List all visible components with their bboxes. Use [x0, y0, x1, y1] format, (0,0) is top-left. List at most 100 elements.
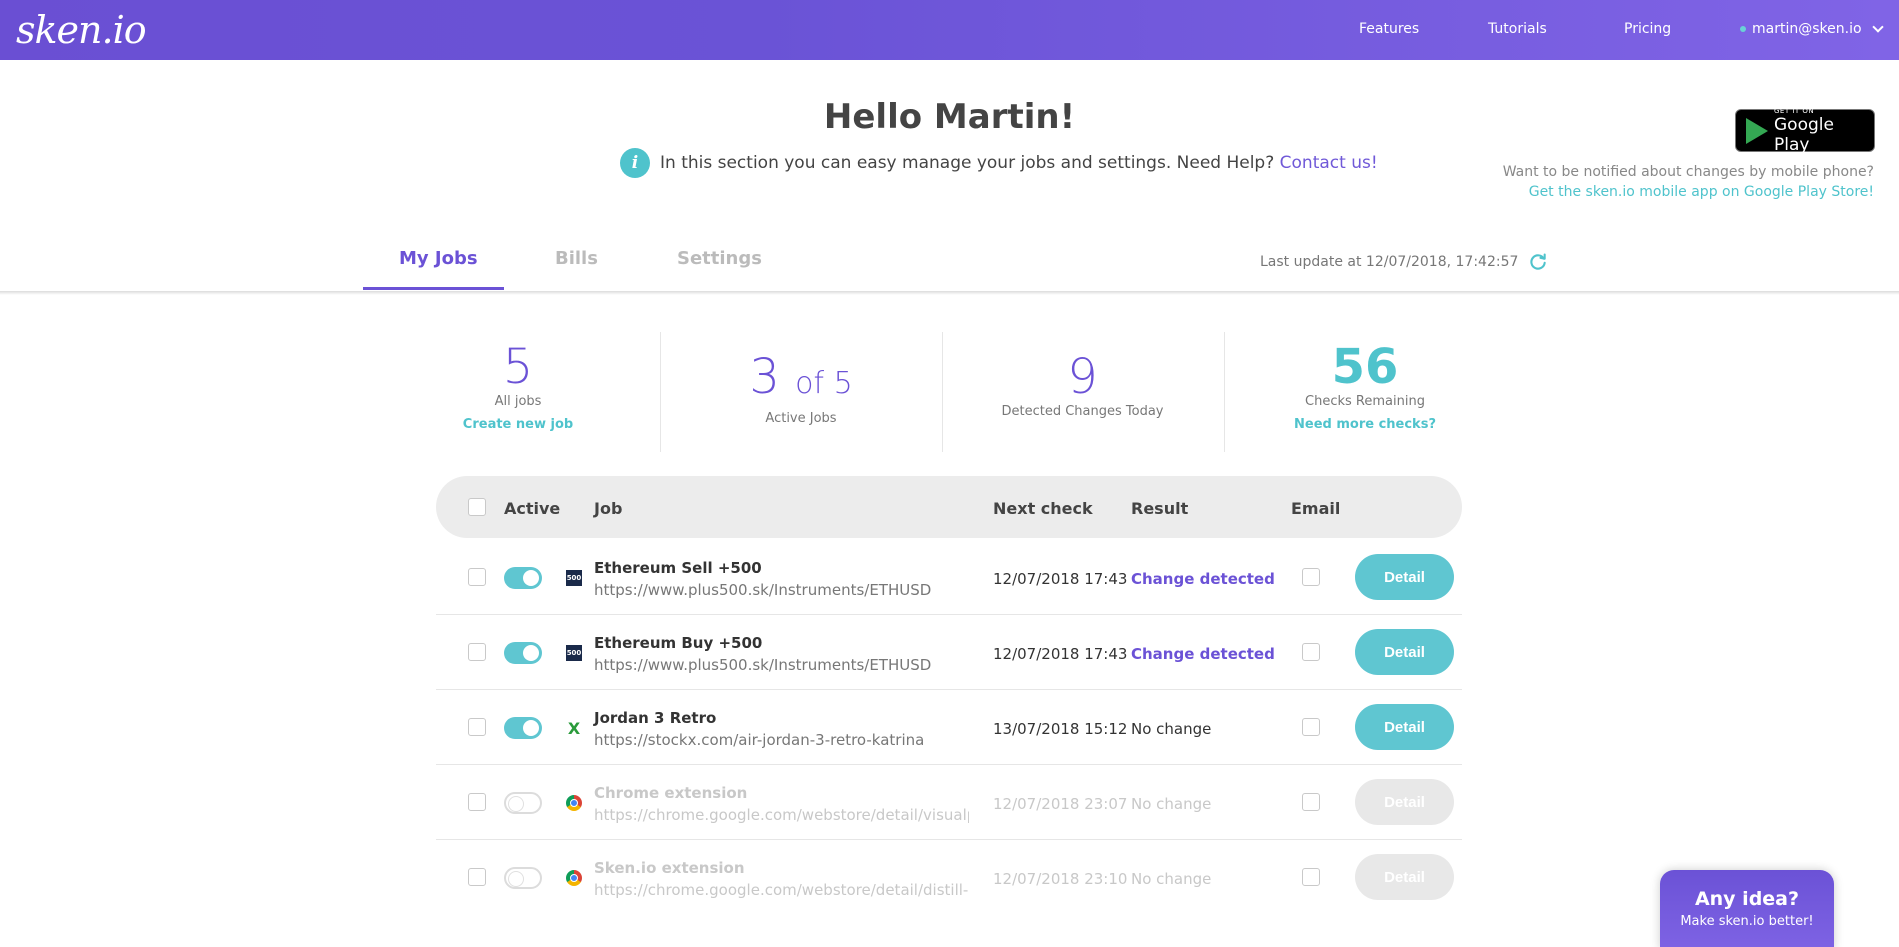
intro-text: In this section you can easy manage your… — [660, 153, 1275, 173]
active-tab-indicator — [363, 287, 504, 290]
job-title[interactable]: Chrome extension — [594, 784, 747, 802]
refresh-icon[interactable] — [1528, 252, 1548, 272]
stat-divider — [942, 332, 943, 452]
result-status: No change — [1131, 870, 1212, 888]
table-row: Chrome extension https://chrome.google.c… — [436, 765, 1462, 840]
logo[interactable]: sken.io — [16, 8, 147, 52]
notify-text: Want to be notified about changes by mob… — [1502, 164, 1874, 180]
top-nav-bar: sken.io Features Tutorials Pricing marti… — [0, 0, 1899, 60]
result-status[interactable]: Change detected — [1131, 645, 1275, 663]
email-checkbox[interactable] — [1302, 793, 1320, 811]
active-jobs-total: of 5 — [795, 366, 853, 401]
row-select-checkbox[interactable] — [468, 868, 486, 886]
last-update-text: Last update at 12/07/2018, 17:42:57 — [1260, 254, 1519, 270]
result-status[interactable]: Change detected — [1131, 570, 1275, 588]
result-status: No change — [1131, 720, 1212, 738]
row-select-checkbox[interactable] — [468, 793, 486, 811]
user-menu[interactable]: martin@sken.io — [1740, 21, 1884, 37]
job-title[interactable]: Sken.io extension — [594, 859, 745, 877]
email-checkbox[interactable] — [1302, 868, 1320, 886]
online-status-dot — [1740, 26, 1746, 32]
row-select-checkbox[interactable] — [468, 568, 486, 586]
google-play-icon — [1746, 117, 1768, 144]
table-row: 500 Ethereum Sell +500 https://www.plus5… — [436, 540, 1462, 615]
detail-button[interactable]: Detail — [1355, 779, 1454, 825]
detected-changes-count: 9 — [1067, 349, 1098, 405]
stat-all-jobs: 5 All jobs Create new job — [452, 340, 584, 432]
email-checkbox[interactable] — [1302, 643, 1320, 661]
next-check: 12/07/2018 23:10 — [993, 870, 1128, 888]
detail-button[interactable]: Detail — [1355, 629, 1454, 675]
job-url: https://stockx.com/air-jordan-3-retro-ka… — [594, 731, 925, 749]
detail-button[interactable]: Detail — [1355, 854, 1454, 900]
next-check: 13/07/2018 15:12 — [993, 720, 1128, 738]
next-check: 12/07/2018 23:07 — [993, 795, 1128, 813]
column-active: Active — [504, 499, 561, 518]
table-row: 500 Ethereum Buy +500 https://www.plus50… — [436, 615, 1462, 690]
chevron-down-icon — [1871, 21, 1884, 33]
active-toggle[interactable] — [504, 867, 542, 889]
row-select-checkbox[interactable] — [468, 643, 486, 661]
user-email: martin@sken.io — [1752, 21, 1862, 37]
active-toggle[interactable] — [504, 642, 542, 664]
stat-divider — [660, 332, 661, 452]
jobs-table-header: Active Job Next check Result Email — [436, 476, 1462, 538]
detail-button[interactable]: Detail — [1355, 554, 1454, 600]
row-select-checkbox[interactable] — [468, 718, 486, 736]
next-check: 12/07/2018 17:43 — [993, 570, 1128, 588]
active-jobs-count: 3 — [749, 349, 780, 405]
plus500-icon: 500 — [566, 645, 582, 661]
column-job: Job — [594, 499, 623, 518]
info-icon: i — [620, 148, 650, 178]
feedback-widget[interactable]: Any idea? Make sken.io better! — [1660, 870, 1834, 947]
nav-pricing-link[interactable]: Pricing — [1624, 21, 1671, 37]
need-more-checks-link[interactable]: Need more checks? — [1290, 417, 1440, 432]
next-check: 12/07/2018 17:43 — [993, 645, 1128, 663]
chrome-icon — [566, 795, 582, 811]
tab-bills[interactable]: Bills — [555, 248, 598, 269]
contact-us-link[interactable]: Contact us! — [1280, 153, 1378, 173]
active-toggle[interactable] — [504, 567, 542, 589]
table-row: X Jordan 3 Retro https://stockx.com/air-… — [436, 690, 1462, 765]
job-url: https://chrome.google.com/webstore/detai… — [594, 881, 969, 899]
column-result: Result — [1131, 499, 1189, 518]
stat-checks-remaining: 56 Checks Remaining Need more checks? — [1290, 340, 1440, 432]
plus500-icon: 500 — [566, 570, 582, 586]
google-play-badge[interactable]: GET IT ON Google Play — [1735, 106, 1875, 155]
job-title[interactable]: Jordan 3 Retro — [594, 709, 716, 727]
select-all-checkbox[interactable] — [468, 498, 486, 516]
email-checkbox[interactable] — [1302, 568, 1320, 586]
last-update: Last update at 12/07/2018, 17:42:57 — [1260, 252, 1548, 272]
job-url: https://www.plus500.sk/Instruments/ETHUS… — [594, 581, 932, 599]
job-title[interactable]: Ethereum Sell +500 — [594, 559, 762, 577]
nav-tutorials-link[interactable]: Tutorials — [1488, 21, 1547, 37]
all-jobs-label: All jobs — [494, 394, 542, 409]
checks-remaining-count: 56 — [1331, 339, 1399, 395]
active-toggle[interactable] — [504, 792, 542, 814]
chrome-icon — [566, 870, 582, 886]
detail-button[interactable]: Detail — [1355, 704, 1454, 750]
column-next-check: Next check — [993, 499, 1093, 518]
detected-changes-label: Detected Changes Today — [1001, 404, 1164, 419]
stat-detected-changes: 9 Detected Changes Today — [990, 340, 1175, 419]
tab-settings[interactable]: Settings — [677, 248, 762, 269]
email-checkbox[interactable] — [1302, 718, 1320, 736]
active-jobs-label: Active Jobs — [765, 411, 837, 426]
feedback-title: Any idea? — [1694, 888, 1800, 910]
stockx-icon: X — [567, 718, 581, 738]
gplay-small-text: GET IT ON — [1774, 106, 1815, 115]
tab-my-jobs[interactable]: My Jobs — [399, 248, 478, 269]
job-title[interactable]: Ethereum Buy +500 — [594, 634, 762, 652]
active-toggle[interactable] — [504, 717, 542, 739]
mobile-notify-block: Want to be notified about changes by mob… — [1503, 162, 1874, 202]
all-jobs-count: 5 — [502, 339, 534, 395]
job-url: https://www.plus500.sk/Instruments/ETHUS… — [594, 656, 932, 674]
column-email: Email — [1291, 499, 1341, 518]
stat-active-jobs: 3 of 5 Active Jobs — [720, 340, 882, 426]
result-status: No change — [1131, 795, 1212, 813]
intro-line: i In this section you can easy manage yo… — [620, 148, 1378, 178]
google-play-store-link[interactable]: Get the sken.io mobile app on Google Pla… — [1529, 184, 1874, 200]
create-new-job-link[interactable]: Create new job — [452, 417, 584, 432]
stat-divider — [1224, 332, 1225, 452]
nav-features-link[interactable]: Features — [1359, 21, 1419, 37]
